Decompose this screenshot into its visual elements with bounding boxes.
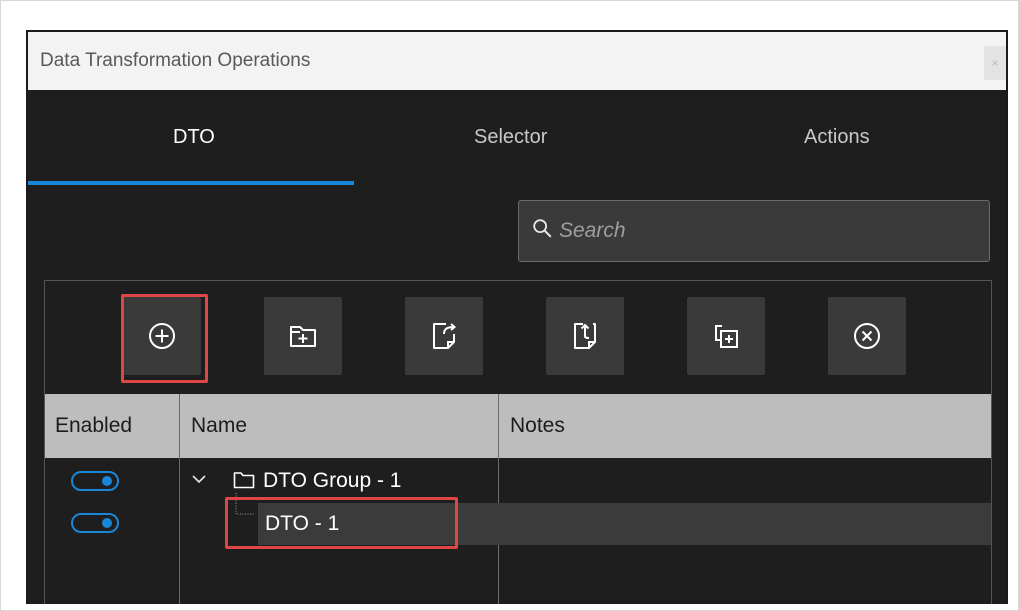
group-name: DTO Group - 1 <box>263 469 402 492</box>
tab-bar: DTO Selector Actions <box>28 90 1006 186</box>
search-input[interactable]: Search <box>518 200 990 262</box>
duplicate-icon <box>715 325 738 348</box>
enabled-toggle[interactable] <box>71 513 119 533</box>
title-bar: Data Transformation Operations × <box>28 32 1006 90</box>
duplicate-button[interactable] <box>687 297 765 375</box>
delete-button[interactable] <box>828 297 906 375</box>
column-enabled[interactable]: Enabled <box>55 414 132 438</box>
export-button[interactable] <box>405 297 483 375</box>
import-button[interactable] <box>546 297 624 375</box>
table-row-selected[interactable]: DTO - 1 <box>45 493 991 545</box>
folder-icon <box>233 472 255 489</box>
close-button[interactable]: × <box>984 46 1006 80</box>
column-name[interactable]: Name <box>191 414 247 438</box>
export-icon <box>433 323 457 349</box>
dto-dialog: Data Transformation Operations × DTO Sel… <box>26 30 1008 604</box>
add-folder-icon <box>290 326 316 347</box>
tab-dto[interactable]: DTO <box>173 126 215 149</box>
chevron-down-icon[interactable] <box>191 473 207 485</box>
dto-panel: Enabled Name Notes DTO Group - 1 DTO - 1 <box>44 280 992 604</box>
window-title: Data Transformation Operations <box>40 50 311 71</box>
search-icon <box>533 219 552 238</box>
tab-actions[interactable]: Actions <box>804 126 870 149</box>
highlight-box-dto <box>225 497 458 549</box>
active-tab-indicator <box>28 181 354 185</box>
tab-selector[interactable]: Selector <box>474 126 547 149</box>
column-notes[interactable]: Notes <box>510 414 565 438</box>
table-row[interactable]: DTO Group - 1 <box>45 461 991 503</box>
delete-circle-icon <box>854 323 880 349</box>
add-group-button[interactable] <box>264 297 342 375</box>
import-icon <box>574 323 596 349</box>
highlight-box-add <box>121 294 208 383</box>
search-placeholder: Search <box>559 219 626 242</box>
enabled-toggle[interactable] <box>71 471 119 491</box>
grid-header: Enabled Name Notes <box>45 394 991 458</box>
